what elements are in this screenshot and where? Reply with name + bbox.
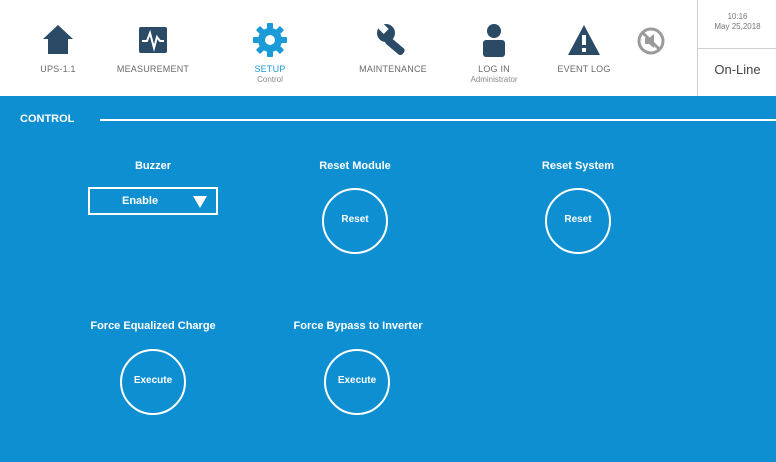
nav-login-sublabel: Administrator [470,75,518,84]
nav-event-log[interactable]: EVENT LOG [529,8,639,75]
nav-setup-label: SETUP [254,64,286,74]
force-bypass-label: Force Bypass to Inverter [293,320,423,332]
mute-button[interactable] [636,26,666,56]
section-title: CONTROL [20,113,75,125]
home-icon [43,25,73,54]
section-divider [100,119,776,121]
clock: 10:16 May 25,2018 [698,12,776,32]
nav-ups[interactable]: UPS-1.1 [3,8,113,75]
nav-ups-label: UPS-1.1 [40,64,76,74]
reset-module-label: Reset Module [319,160,391,172]
buzzer-select-value: Enable [122,195,159,207]
nav-measurement[interactable]: MEASUREMENT [98,8,208,75]
buzzer-label: Buzzer [134,160,172,172]
nav-maintenance-label: MAINTENANCE [359,64,427,74]
ups-state: On-Line [714,62,761,77]
clock-date: May 25,2018 [714,22,761,31]
status-divider [698,48,776,49]
force-equalized-charge-button[interactable]: Execute [120,349,186,415]
reset-system-button-label: Reset [564,214,592,225]
control-panel: CONTROL Buzzer Enable Reset Module Reset… [0,96,776,462]
gear-icon [253,23,287,57]
reset-module-button-label: Reset [341,214,369,225]
buzzer-select[interactable]: Enable [88,187,218,215]
warning-icon [568,25,600,55]
top-navigation-bar: UPS-1.1 MEASUREMENT SETUP Control MAINTE… [0,0,776,96]
ups-control-screen: UPS-1.1 MEASUREMENT SETUP Control MAINTE… [0,0,776,462]
nav-maintenance[interactable]: MAINTENANCE [338,8,448,75]
mute-icon [637,27,665,55]
user-icon [483,24,505,57]
force-equalized-charge-button-label: Execute [133,375,173,386]
force-equalized-charge-label: Force Equalized Charge [90,320,216,332]
nav-event-log-label: EVENT LOG [557,64,611,74]
nav-measurement-label: MEASUREMENT [116,64,190,74]
force-bypass-button-label: Execute [337,375,377,386]
nav-setup-sublabel: Control [257,75,283,84]
nav-setup[interactable]: SETUP Control [215,8,325,85]
reset-system-button[interactable]: Reset [545,188,611,254]
status-panel: 10:16 May 25,2018 On-Line [697,0,776,96]
clock-time: 10:16 [727,12,748,21]
reset-module-button[interactable]: Reset [322,188,388,254]
reset-system-label: Reset System [541,160,615,172]
waveform-icon [139,27,167,53]
wrench-icon [377,22,405,56]
force-bypass-button[interactable]: Execute [324,349,390,415]
chevron-down-icon [193,196,207,208]
